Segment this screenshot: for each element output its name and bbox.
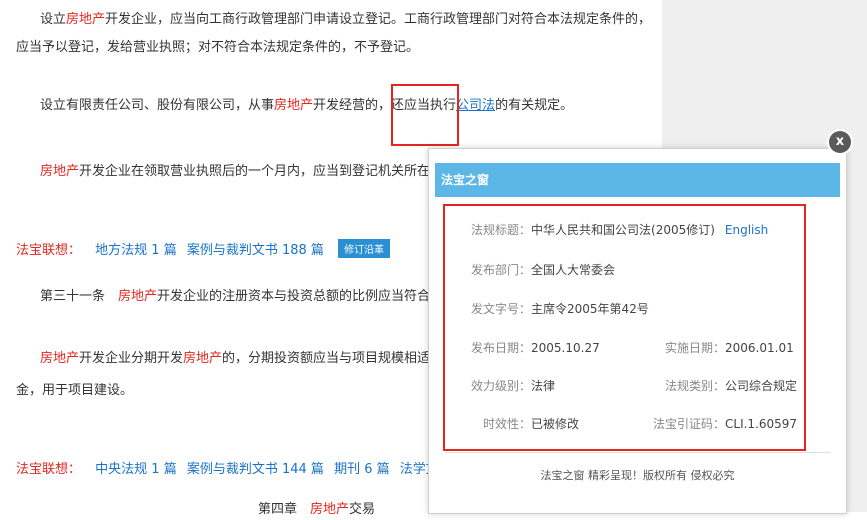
text: 设立 bbox=[40, 12, 67, 27]
publish-date-field: 发布日期：2005.10.27 bbox=[471, 339, 600, 356]
label: 法规标题： bbox=[471, 223, 532, 237]
assoc-link-central-regulations[interactable]: 中央法规 1 篇 bbox=[95, 462, 177, 477]
text: 第四章 bbox=[258, 502, 311, 517]
chapter-heading: 第四章 房地产交易 bbox=[258, 500, 375, 520]
value: 公司综合规定 bbox=[725, 379, 798, 393]
value: 2005.10.27 bbox=[531, 341, 600, 355]
link-highlight-box bbox=[391, 84, 459, 146]
text: 设立有限责任公司、股份有限公司，从事 bbox=[40, 98, 275, 113]
association-bar-1: 法宝联想： 地方法规 1 篇 案例与裁判文书 188 篇 修订沿革 bbox=[16, 239, 391, 258]
paragraph-registration: 设立房地产开发企业，应当向工商行政管理部门申请设立登记。工商行政管理部门对符合本… bbox=[16, 6, 656, 62]
value: 中华人民共和国公司法(2005修订) bbox=[531, 223, 715, 237]
citation-code-field: 法宝引证码：CLI.1.60597 bbox=[653, 415, 797, 432]
association-label: 法宝联想： bbox=[16, 243, 82, 258]
paragraph-company-law: 设立有限责任公司、股份有限公司，从事房地产开发经营的，还应当执行公司法的有关规定… bbox=[16, 92, 656, 120]
label: 发布日期： bbox=[471, 341, 532, 355]
assoc-link-cases[interactable]: 案例与裁判文书 188 篇 bbox=[187, 243, 324, 258]
category-field: 法规类别：公司综合规定 bbox=[665, 377, 797, 394]
text: 的有关规定。 bbox=[495, 98, 574, 113]
text: 金，用于项目建设。 bbox=[16, 383, 134, 398]
keyword-highlight[interactable]: 房地产 bbox=[118, 289, 157, 304]
label: 法规类别： bbox=[665, 379, 726, 393]
text: 开发企业分期开发 bbox=[79, 351, 184, 366]
keyword-highlight[interactable]: 房地产 bbox=[274, 98, 313, 113]
value: 全国人大常委会 bbox=[531, 263, 616, 277]
value: CLI.1.60597 bbox=[725, 417, 798, 431]
assoc-link-local-regulations[interactable]: 地方法规 1 篇 bbox=[95, 243, 177, 258]
text: 交易 bbox=[349, 502, 376, 517]
keyword-highlight[interactable]: 房地产 bbox=[40, 351, 79, 366]
popup-divider bbox=[445, 452, 830, 453]
law-title-field: 法规标题：中华人民共和国公司法(2005修订) English bbox=[471, 221, 768, 238]
value: 法律 bbox=[531, 379, 556, 393]
label: 效力级别： bbox=[471, 379, 532, 393]
popup-title: 法宝之窗 bbox=[435, 163, 840, 197]
english-link[interactable]: English bbox=[725, 223, 768, 237]
label: 发布部门： bbox=[471, 263, 532, 277]
label: 发文字号： bbox=[471, 302, 532, 316]
text: 第三十一条 bbox=[40, 289, 119, 304]
association-bar-2: 法宝联想： 中央法规 1 篇 案例与裁判文书 144 篇 期刊 6 篇 法学文献… bbox=[16, 458, 487, 477]
keyword-highlight[interactable]: 房地产 bbox=[40, 164, 79, 179]
document-number-field: 发文字号：主席令2005年第42号 bbox=[471, 300, 649, 317]
label: 法宝引证码： bbox=[653, 417, 726, 431]
label: 时效性： bbox=[483, 417, 532, 431]
effective-date-field: 实施日期：2006.01.01 bbox=[665, 339, 794, 356]
law-info-popup: 法宝之窗 法规标题：中华人民共和国公司法(2005修订) English 发布部门… bbox=[428, 148, 847, 514]
level-field: 效力级别：法律 bbox=[471, 377, 555, 394]
text: 开发企业在领取营业执照后的一个月内，应当到登记机关所在地的县 bbox=[79, 164, 470, 179]
value: 已被修改 bbox=[531, 417, 580, 431]
popup-footer: 法宝之窗 精彩呈现！版权所有 侵权必究 bbox=[540, 469, 735, 482]
assoc-link-journals[interactable]: 期刊 6 篇 bbox=[334, 462, 390, 477]
keyword-highlight[interactable]: 房地产 bbox=[66, 12, 105, 27]
close-icon[interactable]: x bbox=[829, 131, 851, 153]
text: 开发企业的注册资本与投资总额的比例应当符合国家有 bbox=[157, 289, 470, 304]
validity-field: 时效性：已被修改 bbox=[483, 415, 579, 432]
association-label: 法宝联想： bbox=[16, 462, 82, 477]
keyword-highlight[interactable]: 房地产 bbox=[183, 351, 222, 366]
text: 开发企业，应当向工商行政管理部门申请设立登记。工商行政管理部门对符合本法规定条件… bbox=[16, 12, 652, 55]
value: 主席令2005年第42号 bbox=[531, 302, 649, 316]
department-field: 发布部门：全国人大常委会 bbox=[471, 261, 615, 278]
assoc-link-cases[interactable]: 案例与裁判文书 144 篇 bbox=[187, 462, 324, 477]
value: 2006.01.01 bbox=[725, 341, 794, 355]
company-law-link[interactable]: 公司法 bbox=[456, 98, 495, 113]
label: 实施日期： bbox=[665, 341, 726, 355]
popup-info-highlight-box bbox=[443, 204, 806, 451]
keyword-highlight[interactable]: 房地产 bbox=[310, 502, 349, 517]
revision-history-button[interactable]: 修订沿革 bbox=[338, 239, 391, 258]
